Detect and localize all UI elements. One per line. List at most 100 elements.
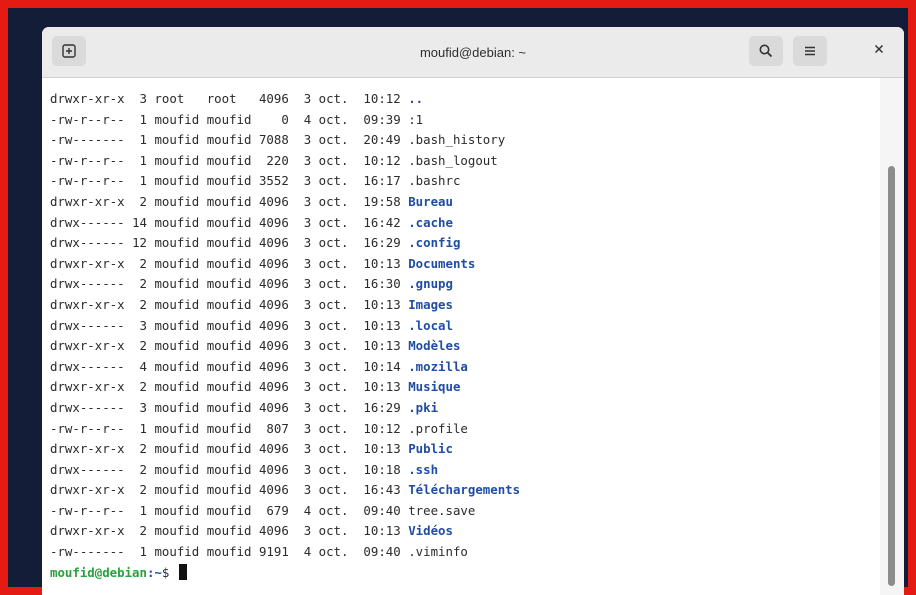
group: moufid [206, 317, 252, 333]
terminal-window: moufid@debian: ~ drwxr-xr-x 3 root root … [42, 27, 904, 595]
modified-time: 10:12 [363, 91, 401, 106]
file-size: 4096 [258, 296, 289, 312]
link-count: 3 [132, 317, 147, 333]
group: moufid [206, 544, 252, 560]
group: moufid [206, 173, 252, 189]
modified-day: 3 [303, 523, 312, 539]
modified-month: oct. [318, 255, 349, 271]
owner: moufid [154, 255, 200, 271]
directory-name: .pki [408, 399, 439, 415]
directory-name: Vidéos [408, 523, 453, 539]
desktop-background: moufid@debian: ~ drwxr-xr-x 3 root root … [8, 8, 908, 595]
permissions: -rw-r--r-- [50, 420, 125, 436]
search-button[interactable] [749, 36, 783, 66]
file-size: 0 [258, 111, 289, 127]
directory-name: Modèles [408, 338, 461, 354]
new-tab-button[interactable] [52, 36, 86, 66]
close-button[interactable] [864, 36, 894, 66]
group: moufid [206, 235, 252, 251]
listing-row: -rw-r--r-- 1 moufid moufid 807 3 oct. 10… [50, 419, 880, 440]
modified-time: 10:13 [363, 441, 401, 457]
new-tab-icon [61, 43, 77, 59]
prompt-line[interactable]: moufid@debian:~$ [50, 563, 880, 584]
scrollbar-thumb[interactable] [888, 166, 895, 586]
permissions: -rw-r--r-- [50, 502, 125, 518]
group: moufid [206, 214, 252, 230]
file-size: 220 [258, 152, 289, 168]
terminal-output[interactable]: drwxr-xr-x 3 root root 4096 3 oct. 10:12… [42, 78, 880, 595]
owner: moufid [154, 276, 200, 292]
modified-day: 3 [303, 338, 312, 354]
group: moufid [206, 502, 252, 518]
link-count: 2 [132, 523, 147, 539]
permissions: drwx------ [50, 461, 125, 477]
link-count: 2 [132, 193, 147, 209]
modified-day: 3 [303, 276, 312, 292]
file-name: .viminfo [408, 544, 468, 560]
listing-row: -rw-r--r-- 1 moufid moufid 0 4 oct. 09:3… [50, 110, 880, 131]
file-size: 4096 [258, 523, 289, 539]
group: moufid [206, 523, 252, 539]
file-size: 9191 [258, 544, 289, 560]
modified-month: oct. [318, 173, 349, 189]
directory-name: .local [408, 317, 453, 333]
modified-time: 10:13 [363, 379, 401, 395]
owner: moufid [154, 358, 200, 374]
owner: moufid [154, 235, 200, 251]
close-icon [873, 42, 885, 60]
modified-time: 10:13 [363, 338, 401, 354]
modified-time: 16:29 [363, 399, 401, 415]
owner: moufid [154, 193, 200, 209]
link-count: 4 [132, 358, 147, 374]
directory-name: .gnupg [408, 276, 453, 292]
group: moufid [206, 358, 252, 374]
permissions: -rw------- [50, 544, 125, 560]
scrollbar[interactable] [880, 78, 904, 595]
listing-row: drwxr-xr-x 3 root root 4096 3 oct. 10:12… [50, 89, 880, 110]
file-name: tree.save [408, 502, 476, 518]
modified-month: oct. [318, 132, 349, 148]
prompt-user-host: moufid@debian [50, 564, 147, 580]
file-size: 4096 [258, 317, 289, 333]
modified-day: 3 [303, 152, 312, 168]
modified-day: 3 [303, 91, 312, 106]
modified-time: 16:30 [363, 276, 401, 292]
link-count: 2 [132, 338, 147, 354]
permissions: -rw-r--r-- [50, 173, 125, 189]
owner: moufid [154, 296, 200, 312]
owner: moufid [154, 338, 200, 354]
file-name: .bashrc [408, 173, 461, 189]
listing-row: drwx------ 2 moufid moufid 4096 3 oct. 1… [50, 460, 880, 481]
file-name: :1 [408, 111, 424, 127]
link-count: 1 [132, 502, 147, 518]
link-count: 1 [132, 111, 147, 127]
listing-row: -rw-r--r-- 1 moufid moufid 679 4 oct. 09… [50, 501, 880, 522]
file-size: 4096 [258, 338, 289, 354]
menu-button[interactable] [793, 36, 827, 66]
modified-time: 10:12 [363, 152, 401, 168]
owner: moufid [154, 441, 200, 457]
modified-day: 4 [303, 544, 312, 560]
listing-row: drwxr-xr-x 2 moufid moufid 4096 3 oct. 1… [50, 521, 880, 542]
listing-row: drwxr-xr-x 2 moufid moufid 4096 3 oct. 1… [50, 192, 880, 213]
group: moufid [206, 255, 252, 271]
modified-time: 09:40 [363, 502, 401, 518]
modified-month: oct. [318, 379, 349, 395]
file-size: 679 [258, 502, 289, 518]
modified-month: oct. [318, 441, 349, 457]
owner: moufid [154, 399, 200, 415]
modified-day: 3 [303, 193, 312, 209]
modified-day: 3 [303, 461, 312, 477]
link-count: 3 [132, 91, 147, 106]
modified-time: 09:39 [363, 111, 401, 127]
link-count: 2 [132, 276, 147, 292]
group: moufid [206, 399, 252, 415]
modified-month: oct. [318, 317, 349, 333]
file-size: 3552 [258, 173, 289, 189]
listing-row: drwx------ 3 moufid moufid 4096 3 oct. 1… [50, 316, 880, 337]
group: moufid [206, 111, 252, 127]
modified-time: 10:13 [363, 255, 401, 271]
file-size: 4096 [258, 91, 289, 106]
link-count: 1 [132, 544, 147, 560]
permissions: drwxr-xr-x [50, 441, 125, 457]
